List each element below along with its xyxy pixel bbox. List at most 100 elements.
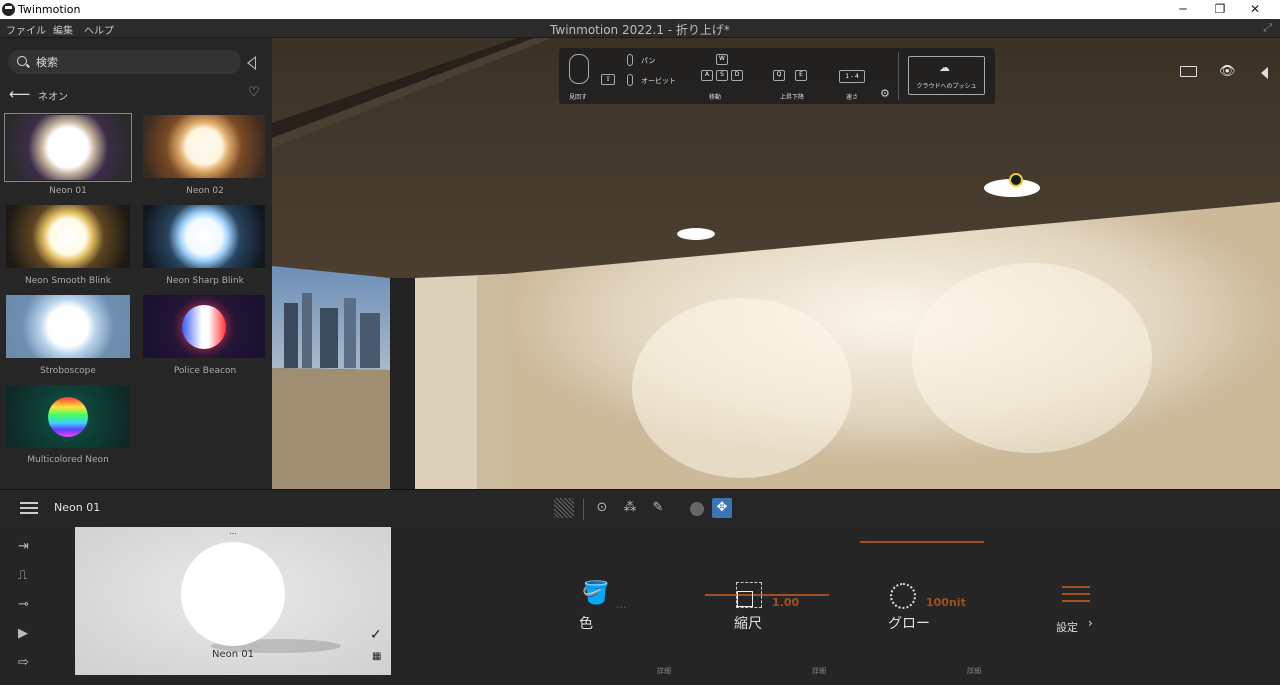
library-item-label: Police Beacon <box>173 366 237 376</box>
glow-slider-track[interactable] <box>860 541 984 543</box>
collapse-right-icon[interactable] <box>1261 67 1268 79</box>
3d-viewport[interactable]: 見回す ⇧ パン オービット W A S D 移動 Q E 上昇下降 1 - 4… <box>272 38 1280 489</box>
orbit-mouse-icon <box>627 74 633 86</box>
color-label[interactable]: 色 <box>579 613 593 633</box>
library-panel: ⟵ ネオン ♡ Neon 01 Neon 02 Neon Smooth Blin… <box>0 38 272 489</box>
scale-slider-track[interactable] <box>705 594 829 596</box>
look-label: 見回す <box>569 94 588 101</box>
favorite-heart-icon[interactable]: ♡ <box>248 85 260 100</box>
key-a: A <box>701 70 713 81</box>
close-icon[interactable]: ✕ <box>1245 2 1265 18</box>
library-item-neon-smooth-blink[interactable] <box>6 205 130 268</box>
scale-label[interactable]: 縮尺 <box>734 613 762 633</box>
key-q: Q <box>773 70 785 81</box>
restore-icon[interactable]: ❐ <box>1210 2 1230 18</box>
pan-key-icon: ⇧ <box>601 74 615 85</box>
library-item-label: Neon 02 <box>186 186 224 196</box>
library-item-label: Multicolored Neon <box>27 455 109 465</box>
search-icon <box>17 56 27 66</box>
animate-icon[interactable]: ⎍ <box>18 568 27 583</box>
grid-select-icon[interactable] <box>554 498 574 518</box>
material-preview: ... Neon 01 ✓ ▦ <box>75 527 391 675</box>
glow-label[interactable]: グロー <box>888 613 930 633</box>
glow-detail-link[interactable]: 詳細 <box>967 666 981 676</box>
paint-select-icon[interactable]: ⁂ <box>620 498 640 518</box>
glow-value: 100nit <box>926 596 966 609</box>
lasso-select-icon[interactable]: ⊙ <box>592 498 612 518</box>
reset-transform-icon[interactable] <box>690 502 704 516</box>
properties-panel: ⇥ ⎍ ⊸ ▶ ⇨ ... Neon 01 ✓ ▦ 🪣 ... 色 詳細 1.0… <box>0 527 1280 685</box>
minimize-icon[interactable]: ─ <box>1173 2 1193 18</box>
twinmotion-logo-icon <box>2 3 15 16</box>
move-label: 移動 <box>709 94 722 101</box>
scale-detail-link[interactable]: 詳細 <box>812 666 826 676</box>
color-detail-link[interactable]: 詳細 <box>657 666 671 676</box>
os-window-title: Twinmotion <box>18 3 81 16</box>
toolbar-divider <box>583 498 584 520</box>
layout-panel-icon[interactable] <box>1180 66 1197 77</box>
library-item-neon-02[interactable] <box>143 115 265 178</box>
hamburger-menu-icon[interactable] <box>20 502 38 504</box>
search-box[interactable] <box>8 50 241 74</box>
checkmark-icon[interactable]: ✓ <box>370 627 382 643</box>
multicolored-orb <box>48 396 88 437</box>
glow-icon <box>890 583 916 609</box>
library-item-label: Stroboscope <box>40 366 96 376</box>
eye-icon[interactable]: 👁 <box>1219 64 1236 79</box>
preview-sphere <box>181 542 285 646</box>
color-value: ... <box>616 598 627 611</box>
search-input[interactable] <box>36 54 236 70</box>
project-title: Twinmotion 2022.1 - 折り上げ* <box>550 23 730 37</box>
category-title: ネオン <box>38 92 68 103</box>
app-menu-bar: ファイル 編集 ヘルプ Twinmotion 2022.1 - 折り上げ* ⤢ <box>0 19 1280 38</box>
settings-label[interactable]: 設定 <box>1056 619 1078 635</box>
fullscreen-icon[interactable]: ⤢ <box>1263 21 1272 35</box>
preview-options[interactable]: ... <box>75 527 391 536</box>
speed-label: 速さ <box>846 94 859 101</box>
pan-label: パン <box>641 57 656 65</box>
os-title-bar: Twinmotion ─ ❐ ✕ <box>0 0 1280 19</box>
back-arrow-icon[interactable]: ⟵ <box>9 85 31 103</box>
library-item-label: Neon 01 <box>49 186 87 196</box>
selected-object-name: Neon 01 <box>54 501 101 514</box>
media-icon[interactable]: ▶ <box>18 626 28 641</box>
key-s: S <box>716 70 728 81</box>
move-gizmo-icon[interactable]: ✥ <box>712 498 732 518</box>
connect-icon[interactable]: ⊸ <box>18 597 29 612</box>
library-item-neon-sharp-blink[interactable] <box>143 205 265 268</box>
eyedropper-icon[interactable]: ✎ <box>648 498 668 518</box>
collapse-panel-icon[interactable] <box>247 56 256 70</box>
key-w: W <box>716 54 728 65</box>
library-item-neon-01[interactable] <box>4 113 132 182</box>
grid-view-icon[interactable]: ▦ <box>372 651 381 662</box>
settings-gear-icon[interactable]: ⚙ <box>880 87 890 100</box>
mouse-icon <box>569 54 589 84</box>
export-icon[interactable]: ⇨ <box>18 655 29 670</box>
key-d: D <box>731 70 743 81</box>
scale-icon <box>736 582 762 608</box>
police-beacon-orb <box>182 304 226 349</box>
scale-value: 1.00 <box>772 596 800 609</box>
toolbar-divider <box>898 52 899 100</box>
library-item-label: Neon Sharp Blink <box>166 276 244 286</box>
library-item-police-beacon[interactable] <box>143 295 265 358</box>
updown-label: 上昇下降 <box>780 94 805 101</box>
selection-toolbar: Neon 01 ⊙ ⁂ ✎ ✥ <box>0 489 1280 527</box>
cloud-push-button[interactable]: ☁ クラウドへのプッシュ <box>908 56 985 95</box>
cloud-upload-icon: ☁ <box>939 61 950 74</box>
settings-sliders-icon[interactable] <box>1062 586 1090 588</box>
library-item-label: Neon Smooth Blink <box>24 276 112 286</box>
chevron-right-icon[interactable]: › <box>1088 616 1093 630</box>
library-item-multicolored-neon[interactable] <box>6 385 130 448</box>
pan-mouse-icon <box>627 54 633 66</box>
preview-label: Neon 01 <box>212 649 254 660</box>
scene-render <box>272 38 1280 489</box>
navigation-toolbar: 見回す ⇧ パン オービット W A S D 移動 Q E 上昇下降 1 - 4… <box>559 48 995 104</box>
cloud-push-label: クラウドへのプッシュ <box>916 83 977 90</box>
import-icon[interactable]: ⇥ <box>18 539 29 554</box>
speed-keys: 1 - 4 <box>839 70 865 83</box>
paint-bucket-icon[interactable]: 🪣 <box>582 581 609 606</box>
library-item-stroboscope[interactable] <box>6 295 130 358</box>
orbit-label: オービット <box>641 77 676 85</box>
key-e: E <box>795 70 807 81</box>
